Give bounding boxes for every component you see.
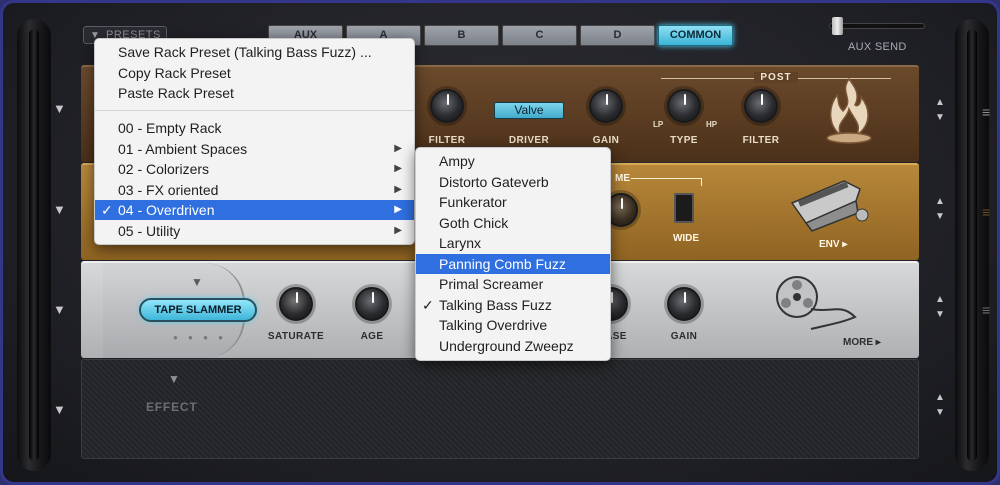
type-hp-label: HP — [706, 120, 718, 129]
preset-item-talking-overdrive[interactable]: Talking Overdrive — [416, 315, 610, 335]
submenu-arrow-icon: ▶ — [394, 225, 402, 236]
saturate-knob[interactable] — [279, 287, 313, 321]
row3-collapse-arrow-icon[interactable]: ▼ — [53, 303, 66, 316]
row2-move-up-icon[interactable]: ▲ — [935, 195, 945, 208]
checkmark-icon: ✓ — [101, 202, 113, 218]
post-filter-label: FILTER — [742, 135, 780, 146]
submenu-arrow-icon: ▶ — [394, 163, 402, 174]
plugin-window: ▼ ▼ ▼ ▼ ▲ ▼ ▲ ▼ ▲ ▼ ▲ ▼ ▼ PRESETS AUX A … — [0, 0, 1000, 485]
presets-menu: Save Rack Preset (Talking Bass Fuzz) ...… — [94, 38, 415, 245]
menu-item-copy-rack-preset[interactable]: Copy Rack Preset — [95, 63, 414, 83]
preset-item-funkerator[interactable]: Funkerator — [416, 192, 610, 212]
menu-separator — [95, 110, 414, 111]
menu-item-ambient-spaces[interactable]: 01 - Ambient Spaces ▶ — [95, 139, 414, 159]
row3-move-up-icon[interactable]: ▲ — [935, 293, 945, 306]
menu-item-colorizers[interactable]: 02 - Colorizers ▶ — [95, 159, 414, 179]
type-lp-label: LP — [653, 120, 664, 129]
left-rail — [17, 19, 51, 471]
row4-move-up-icon[interactable]: ▲ — [935, 391, 945, 404]
row1-move-down-icon[interactable]: ▼ — [935, 111, 945, 124]
gain-knob[interactable] — [589, 89, 623, 123]
pre-filter-label: FILTER — [428, 135, 466, 146]
saturate-label: SATURATE — [267, 331, 325, 342]
preset-item-primal-screamer[interactable]: Primal Screamer — [416, 274, 610, 294]
preset-item-larynx[interactable]: Larynx — [416, 233, 610, 253]
empty-slot-label: EFFECT — [146, 400, 198, 414]
menu-item-paste-rack-preset[interactable]: Paste Rack Preset — [95, 83, 414, 103]
aux-send-label: AUX SEND — [848, 41, 907, 53]
tab-c[interactable]: C — [502, 25, 577, 46]
checkmark-icon: ✓ — [422, 297, 434, 313]
type-label: TYPE — [670, 135, 698, 146]
submenu-arrow-icon: ▶ — [394, 204, 402, 215]
tab-d[interactable]: D — [580, 25, 655, 46]
wide-toggle[interactable] — [674, 193, 694, 223]
effect-name-pill[interactable]: TAPE SLAMMER — [139, 298, 257, 322]
tape-gain-knob[interactable] — [667, 287, 701, 321]
row2-collapse-arrow-icon[interactable]: ▼ — [53, 203, 66, 216]
preset-item-distorto-gateverb[interactable]: Distorto Gateverb — [416, 172, 610, 192]
row1-collapse-arrow-icon[interactable]: ▼ — [53, 102, 66, 115]
tape-gain-label: GAIN — [670, 331, 698, 342]
preset-item-talking-bass-fuzz[interactable]: ✓ Talking Bass Fuzz — [416, 295, 610, 315]
env-button[interactable]: ENV ▸ — [819, 239, 847, 250]
page-dots-icon: ● ● ● ● — [173, 333, 227, 342]
menu-item-overdriven[interactable]: ✓ 04 - Overdriven ▶ — [95, 200, 414, 220]
row3-move-down-icon[interactable]: ▼ — [935, 308, 945, 321]
partial-section-label: ME — [615, 173, 630, 184]
menu-item-save-rack-preset[interactable]: Save Rack Preset (Talking Bass Fuzz) ... — [95, 42, 414, 62]
driver-label: DRIVER — [508, 135, 550, 146]
aux-send-thumb[interactable] — [832, 17, 843, 35]
preset-item-ampy[interactable]: Ampy — [416, 151, 610, 171]
age-label: AGE — [360, 331, 384, 342]
row3-drag-handle-icon[interactable]: ≡ — [982, 303, 990, 317]
row1-move-up-icon[interactable]: ▲ — [935, 96, 945, 109]
driver-select[interactable]: Valve — [494, 102, 564, 119]
preset-item-goth-chick[interactable]: Goth Chick — [416, 213, 610, 233]
more-button[interactable]: MORE ▸ — [843, 337, 881, 348]
submenu-arrow-icon: ▶ — [394, 184, 402, 195]
row4-collapse-arrow-icon[interactable]: ▼ — [53, 403, 66, 416]
tab-b[interactable]: B — [424, 25, 499, 46]
right-rail — [955, 19, 989, 471]
flame-logo-icon — [826, 77, 872, 144]
age-knob[interactable] — [355, 287, 389, 321]
overdriven-submenu: Ampy Distorto Gateverb Funkerator Goth C… — [415, 147, 611, 361]
tab-common[interactable]: COMMON — [658, 25, 733, 46]
menu-item-empty-rack[interactable]: 00 - Empty Rack — [95, 118, 414, 138]
preset-item-underground-zweepz[interactable]: Underground Zweepz — [416, 336, 610, 356]
menu-item-fx-oriented[interactable]: 03 - FX oriented ▶ — [95, 180, 414, 200]
pre-filter-knob[interactable] — [430, 89, 464, 123]
type-knob[interactable] — [667, 89, 701, 123]
preset-item-panning-comb-fuzz[interactable]: Panning Comb Fuzz — [416, 254, 610, 274]
submenu-arrow-icon: ▶ — [394, 143, 402, 154]
wide-label: WIDE — [672, 233, 700, 244]
menu-item-utility[interactable]: 05 - Utility ▶ — [95, 221, 414, 241]
tape-reel-icon — [776, 276, 857, 330]
effect-menu-triangle-icon[interactable]: ▼ — [168, 372, 180, 386]
tape-slammer-plate: ▼ TAPE SLAMMER ● ● ● ● — [103, 263, 257, 358]
slot-menu-triangle-icon[interactable]: ▼ — [191, 275, 203, 289]
wah-pedal-icon — [790, 180, 869, 232]
row1-drag-handle-icon[interactable]: ≡ — [982, 105, 990, 119]
rack-slot-empty[interactable]: ▼ EFFECT — [81, 359, 919, 459]
row4-move-down-icon[interactable]: ▼ — [935, 406, 945, 419]
post-filter-knob[interactable] — [744, 89, 778, 123]
gain-label: GAIN — [592, 135, 620, 146]
aux-send-slider[interactable] — [829, 17, 925, 35]
row2-move-down-icon[interactable]: ▼ — [935, 210, 945, 223]
row2-drag-handle-icon[interactable]: ≡ — [982, 205, 990, 219]
